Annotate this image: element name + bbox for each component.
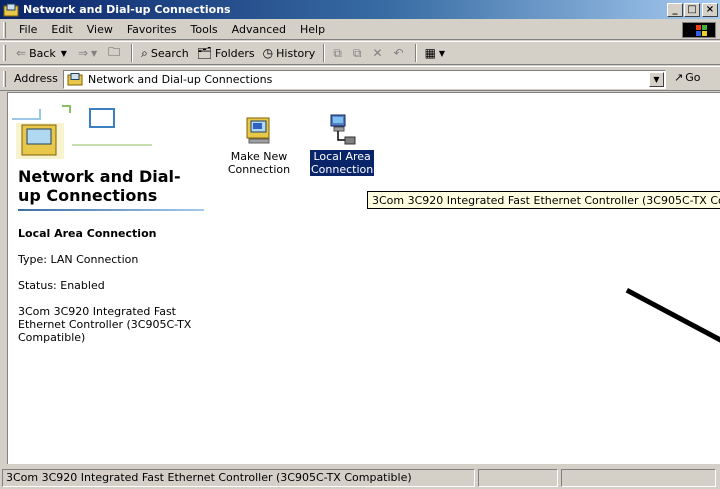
minimize-button[interactable]: _ (667, 2, 683, 17)
back-button[interactable]: ⇐ Back ▼ (12, 43, 74, 63)
menu-bar: File Edit View Favorites Tools Advanced … (0, 20, 720, 40)
selected-item-device: 3Com 3C920 Integrated Fast Ethernet Cont… (18, 305, 192, 344)
make-new-connection-icon (246, 117, 270, 144)
menu-edit[interactable]: Edit (44, 23, 79, 36)
make-new-connection-label: Make New Connection (227, 150, 291, 176)
undo-button[interactable]: ↶ (390, 43, 411, 63)
search-icon: ⌕ (141, 45, 148, 60)
views-button[interactable]: ▦ ▼ (421, 43, 453, 63)
views-icon: ▦ (424, 46, 436, 60)
status-text: 3Com 3C920 Integrated Fast Ethernet Cont… (2, 468, 475, 487)
network-folder-icon (67, 73, 83, 86)
go-arrow-icon: ↗ (674, 71, 684, 84)
title-bar[interactable]: Network and Dial-up Connections _ □ × (0, 0, 720, 19)
move-to-button[interactable]: ⧉ (329, 43, 349, 63)
menu-tools[interactable]: Tools (184, 23, 225, 36)
copy-to-button[interactable]: ⧉ (349, 43, 369, 63)
toolbar-separator (131, 44, 134, 62)
status-panel-2 (478, 468, 558, 487)
menu-view[interactable]: View (80, 23, 120, 36)
search-button[interactable]: ⌕ Search (137, 43, 193, 63)
menu-grip[interactable] (3, 21, 6, 38)
address-label: Address (14, 72, 58, 85)
copy-to-icon: ⧉ (352, 45, 362, 60)
folder-banner-icon (12, 105, 152, 159)
history-icon: ◷ (262, 46, 274, 60)
status-bar: 3Com 3C920 Integrated Fast Ethernet Cont… (0, 466, 720, 489)
folders-label: Folders (214, 46, 255, 60)
undo-icon: ↶ (393, 46, 404, 60)
up-folder-button[interactable]: 🗀 (104, 43, 127, 63)
title-divider (18, 209, 204, 211)
folder-title-line1: Network and Dial- (18, 167, 181, 186)
address-grip[interactable] (3, 70, 6, 87)
menu-file[interactable]: File (12, 23, 44, 36)
diagonal-line-mark (625, 288, 720, 345)
folder-title: Network and Dial- up Connections (18, 167, 218, 205)
go-label: Go (685, 71, 701, 84)
selected-item-status: Status: Enabled (18, 279, 105, 292)
history-button[interactable]: ◷ History (259, 43, 320, 63)
forward-arrow-icon: ⇒ (77, 46, 88, 60)
delete-icon: ✕ (372, 46, 383, 60)
local-area-connection-item[interactable]: Local Area Connection (310, 113, 375, 176)
menu-favorites[interactable]: Favorites (120, 23, 184, 36)
views-dropdown-icon: ▼ (438, 48, 446, 58)
menu-help[interactable]: Help (293, 23, 332, 36)
selected-item-name: Local Area Connection (18, 227, 157, 240)
maximize-button[interactable]: □ (684, 2, 700, 17)
toolbar-separator (323, 44, 326, 62)
forward-button[interactable]: ⇒ ▼ (74, 43, 104, 63)
local-area-connection-icon (330, 114, 356, 145)
menu-advanced[interactable]: Advanced (225, 23, 293, 36)
address-input[interactable]: Network and Dial-up Connections ▼ (63, 70, 666, 89)
details-pane: Local Area Connection Type: LAN Connecti… (18, 227, 218, 357)
toolbar-separator (414, 44, 417, 62)
delete-button[interactable]: ✕ (368, 43, 389, 63)
folders-button[interactable]: 🗂 Folders (193, 43, 259, 63)
selected-item-type: Type: LAN Connection (18, 253, 139, 266)
history-label: History (276, 46, 316, 60)
forward-dropdown-icon[interactable]: ▼ (91, 49, 97, 58)
folder-title-line2: up Connections (18, 186, 158, 205)
tooltip: 3Com 3C920 Integrated Fast Ethernet Cont… (367, 191, 720, 209)
network-folder-icon (3, 3, 19, 16)
standard-toolbar: ⇐ Back ▼ ⇒ ▼ 🗀 ⌕ Search 🗂 Folders ◷ Hist… (0, 41, 720, 65)
address-value: Network and Dial-up Connections (88, 73, 273, 86)
local-area-connection-label: Local Area Connection (310, 150, 375, 176)
up-folder-icon: 🗀 (108, 44, 121, 59)
back-label: Back (29, 46, 56, 60)
status-panel-3 (561, 468, 716, 487)
move-to-icon: ⧉ (333, 45, 342, 60)
back-arrow-icon: ⇐ (16, 46, 27, 60)
folder-view[interactable]: Network and Dial- up Connections Local A… (7, 92, 720, 464)
address-dropdown-icon[interactable]: ▼ (649, 72, 664, 87)
go-button[interactable]: ↗ Go (674, 71, 700, 84)
toolbar-grip[interactable] (3, 45, 6, 61)
window-title: Network and Dial-up Connections (23, 3, 231, 16)
make-new-connection-item[interactable]: Make New Connection (224, 115, 294, 176)
windows-logo-icon (682, 22, 716, 38)
close-button[interactable]: × (702, 2, 718, 17)
search-label: Search (150, 46, 189, 60)
folders-icon: 🗂 (196, 46, 212, 60)
address-bar: Address Network and Dial-up Connections … (0, 66, 720, 91)
back-dropdown-icon[interactable]: ▼ (61, 49, 67, 58)
